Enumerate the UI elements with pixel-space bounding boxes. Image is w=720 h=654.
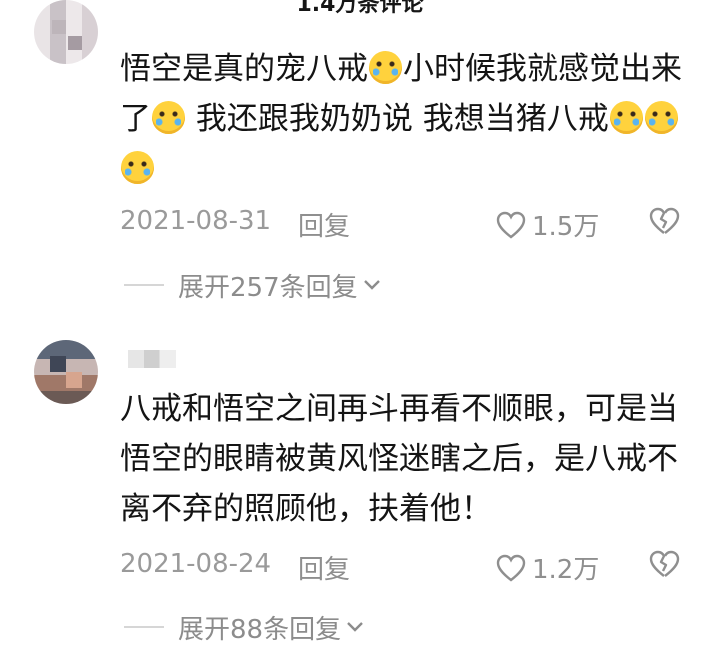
like-count: 1.2万: [532, 555, 600, 585]
crying-face-emoji-icon: [609, 101, 643, 134]
comment-meta: 2021-08-24 回复 1.2万: [120, 545, 680, 585]
broken-heart-icon: [649, 207, 680, 234]
broken-heart-icon: [649, 550, 680, 577]
chevron-down-icon: [347, 622, 363, 632]
avatar[interactable]: [34, 0, 98, 64]
username-blurred[interactable]: [128, 350, 176, 368]
heart-outline-icon: [496, 211, 526, 239]
comment-text-segment: 我还跟我奶奶说 我想当猪八戒: [186, 101, 609, 137]
chevron-down-icon: [363, 280, 380, 290]
expand-replies-label: 展开257条回复: [178, 272, 358, 303]
like-button[interactable]: 1.5万: [496, 206, 599, 243]
like-count: 1.5万: [532, 212, 600, 242]
dislike-button[interactable]: [648, 549, 680, 586]
crying-face-emoji-icon: [369, 51, 402, 84]
expand-replies-label: 展开88条回复: [178, 614, 342, 645]
dislike-button[interactable]: [648, 206, 680, 243]
comment-date: 2021-08-31: [120, 206, 272, 236]
crying-face-emoji-icon: [121, 151, 154, 184]
reply-button[interactable]: 回复: [298, 549, 350, 586]
divider-line: [124, 626, 164, 628]
comment-text: 悟空是真的宠八戒 小时候我就感觉出来了 我还跟我奶奶说 我想当猪八戒: [120, 44, 695, 194]
comment-count-title: 1.4万条评论: [296, 0, 424, 17]
like-button[interactable]: 1.2万: [496, 549, 599, 586]
expand-replies-button[interactable]: 展开88条回复: [124, 612, 365, 645]
expand-replies-button[interactable]: 展开257条回复: [124, 270, 382, 303]
comment-date: 2021-08-24: [120, 549, 272, 579]
avatar[interactable]: [34, 340, 98, 404]
crying-face-emoji-icon: [644, 101, 678, 134]
comment-meta: 2021-08-31 回复 1.5万: [120, 202, 680, 242]
divider-line: [124, 284, 164, 286]
heart-outline-icon: [496, 554, 526, 582]
comment-text-segment: 悟空是真的宠八戒: [120, 51, 368, 87]
reply-button[interactable]: 回复: [298, 206, 350, 243]
crying-face-emoji-icon: [152, 101, 185, 134]
comment-text: 八戒和悟空之间再斗再看不顺眼，可是当悟空的眼睛被黄风怪迷瞎之后，是八戒不离不弃的…: [120, 391, 678, 527]
